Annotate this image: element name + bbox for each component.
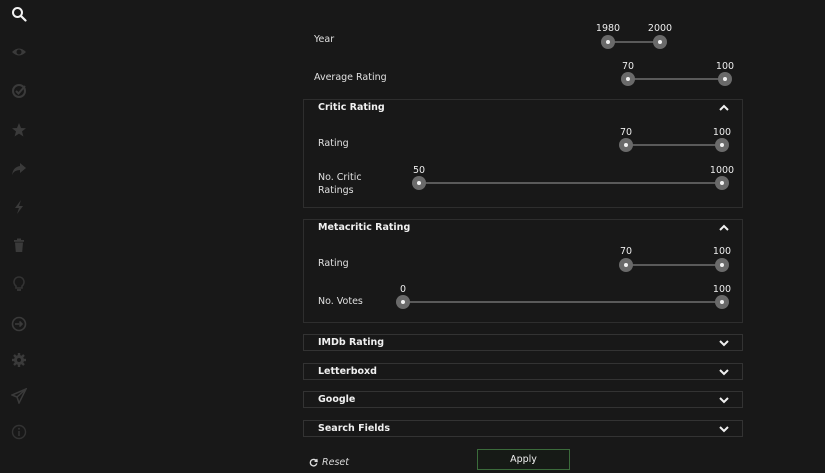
- year-min-handle[interactable]: [601, 35, 615, 49]
- critic-count-min-handle[interactable]: [412, 176, 426, 190]
- metacritic-rating-label: Rating: [318, 258, 349, 269]
- critic-rating-min-handle[interactable]: [619, 138, 633, 152]
- critic-count-min-value: 50: [412, 165, 426, 176]
- imdb-rating-title: IMDb Rating: [318, 337, 385, 348]
- metacritic-votes-max-value: 100: [712, 284, 732, 295]
- info-icon[interactable]: [9, 422, 29, 442]
- google-panel[interactable]: Google: [303, 391, 743, 408]
- chevron-down-icon[interactable]: [718, 395, 730, 405]
- metacritic-rating-max-value: 100: [712, 246, 732, 257]
- metacritic-rating-min-handle[interactable]: [619, 258, 633, 272]
- google-title: Google: [318, 394, 356, 405]
- gear-icon[interactable]: [9, 350, 29, 370]
- critic-rating-label: Rating: [318, 138, 349, 149]
- critic-count-slider-track[interactable]: [419, 182, 722, 184]
- check-circle-icon[interactable]: [9, 81, 29, 101]
- critic-rating-max-handle[interactable]: [715, 138, 729, 152]
- metacritic-rating-title: Metacritic Rating: [318, 222, 411, 233]
- year-max-handle[interactable]: [653, 35, 667, 49]
- search-icon[interactable]: [9, 4, 29, 24]
- critic-count-label-line2: Ratings: [318, 185, 354, 196]
- letterboxd-title: Letterboxd: [318, 366, 377, 377]
- critic-rating-min-value: 70: [619, 127, 633, 138]
- avg-rating-max-handle[interactable]: [718, 72, 732, 86]
- reset-label: Reset: [322, 457, 349, 468]
- star-icon[interactable]: [9, 120, 29, 140]
- chevron-up-icon[interactable]: [718, 223, 730, 233]
- metacritic-votes-label: No. Votes: [318, 296, 363, 307]
- share-icon[interactable]: [9, 159, 29, 179]
- letterboxd-panel[interactable]: Letterboxd: [303, 363, 743, 380]
- metacritic-rating-min-value: 70: [619, 246, 633, 257]
- apply-button[interactable]: Apply: [477, 449, 570, 470]
- metacritic-votes-slider-track[interactable]: [403, 301, 722, 303]
- metacritic-votes-min-value: 0: [399, 284, 407, 295]
- avg-rating-slider-track[interactable]: [628, 78, 725, 80]
- critic-count-label-line1: No. Critic: [318, 172, 362, 183]
- imdb-rating-panel[interactable]: IMDb Rating: [303, 334, 743, 351]
- critic-count-max-handle[interactable]: [715, 176, 729, 190]
- year-max-value: 2000: [647, 23, 673, 34]
- avg-rating-max-value: 100: [715, 61, 735, 72]
- critic-rating-panel: Critic Rating: [303, 99, 743, 208]
- year-label: Year: [314, 34, 335, 45]
- sidebar: [0, 0, 38, 473]
- reset-button[interactable]: Reset: [309, 457, 349, 468]
- chevron-down-icon[interactable]: [718, 338, 730, 348]
- lightning-icon[interactable]: [9, 197, 29, 217]
- chevron-down-icon[interactable]: [718, 367, 730, 377]
- critic-rating-title: Critic Rating: [318, 102, 385, 113]
- eye-icon[interactable]: [9, 42, 29, 62]
- trash-icon[interactable]: [9, 235, 29, 255]
- critic-rating-slider-track[interactable]: [626, 144, 722, 146]
- send-icon[interactable]: [9, 386, 29, 406]
- sign-in-icon[interactable]: [9, 314, 29, 334]
- avg-rating-label: Average Rating: [314, 72, 387, 83]
- avg-rating-min-value: 70: [621, 61, 635, 72]
- metacritic-votes-min-handle[interactable]: [396, 295, 410, 309]
- metacritic-rating-slider-track[interactable]: [626, 264, 722, 266]
- search-fields-panel[interactable]: Search Fields: [303, 420, 743, 437]
- lightbulb-icon[interactable]: [9, 274, 29, 294]
- search-fields-title: Search Fields: [318, 423, 390, 434]
- year-min-value: 1980: [595, 23, 621, 34]
- refresh-icon: [309, 458, 318, 467]
- chevron-down-icon[interactable]: [718, 424, 730, 434]
- metacritic-rating-header[interactable]: Metacritic Rating: [304, 220, 742, 237]
- avg-rating-min-handle[interactable]: [621, 72, 635, 86]
- critic-count-max-value: 1000: [709, 165, 735, 176]
- critic-rating-header[interactable]: Critic Rating: [304, 100, 742, 117]
- metacritic-rating-max-handle[interactable]: [715, 258, 729, 272]
- metacritic-votes-max-handle[interactable]: [715, 295, 729, 309]
- chevron-up-icon[interactable]: [718, 103, 730, 113]
- critic-rating-max-value: 100: [712, 127, 732, 138]
- metacritic-rating-panel: Metacritic Rating: [303, 219, 743, 323]
